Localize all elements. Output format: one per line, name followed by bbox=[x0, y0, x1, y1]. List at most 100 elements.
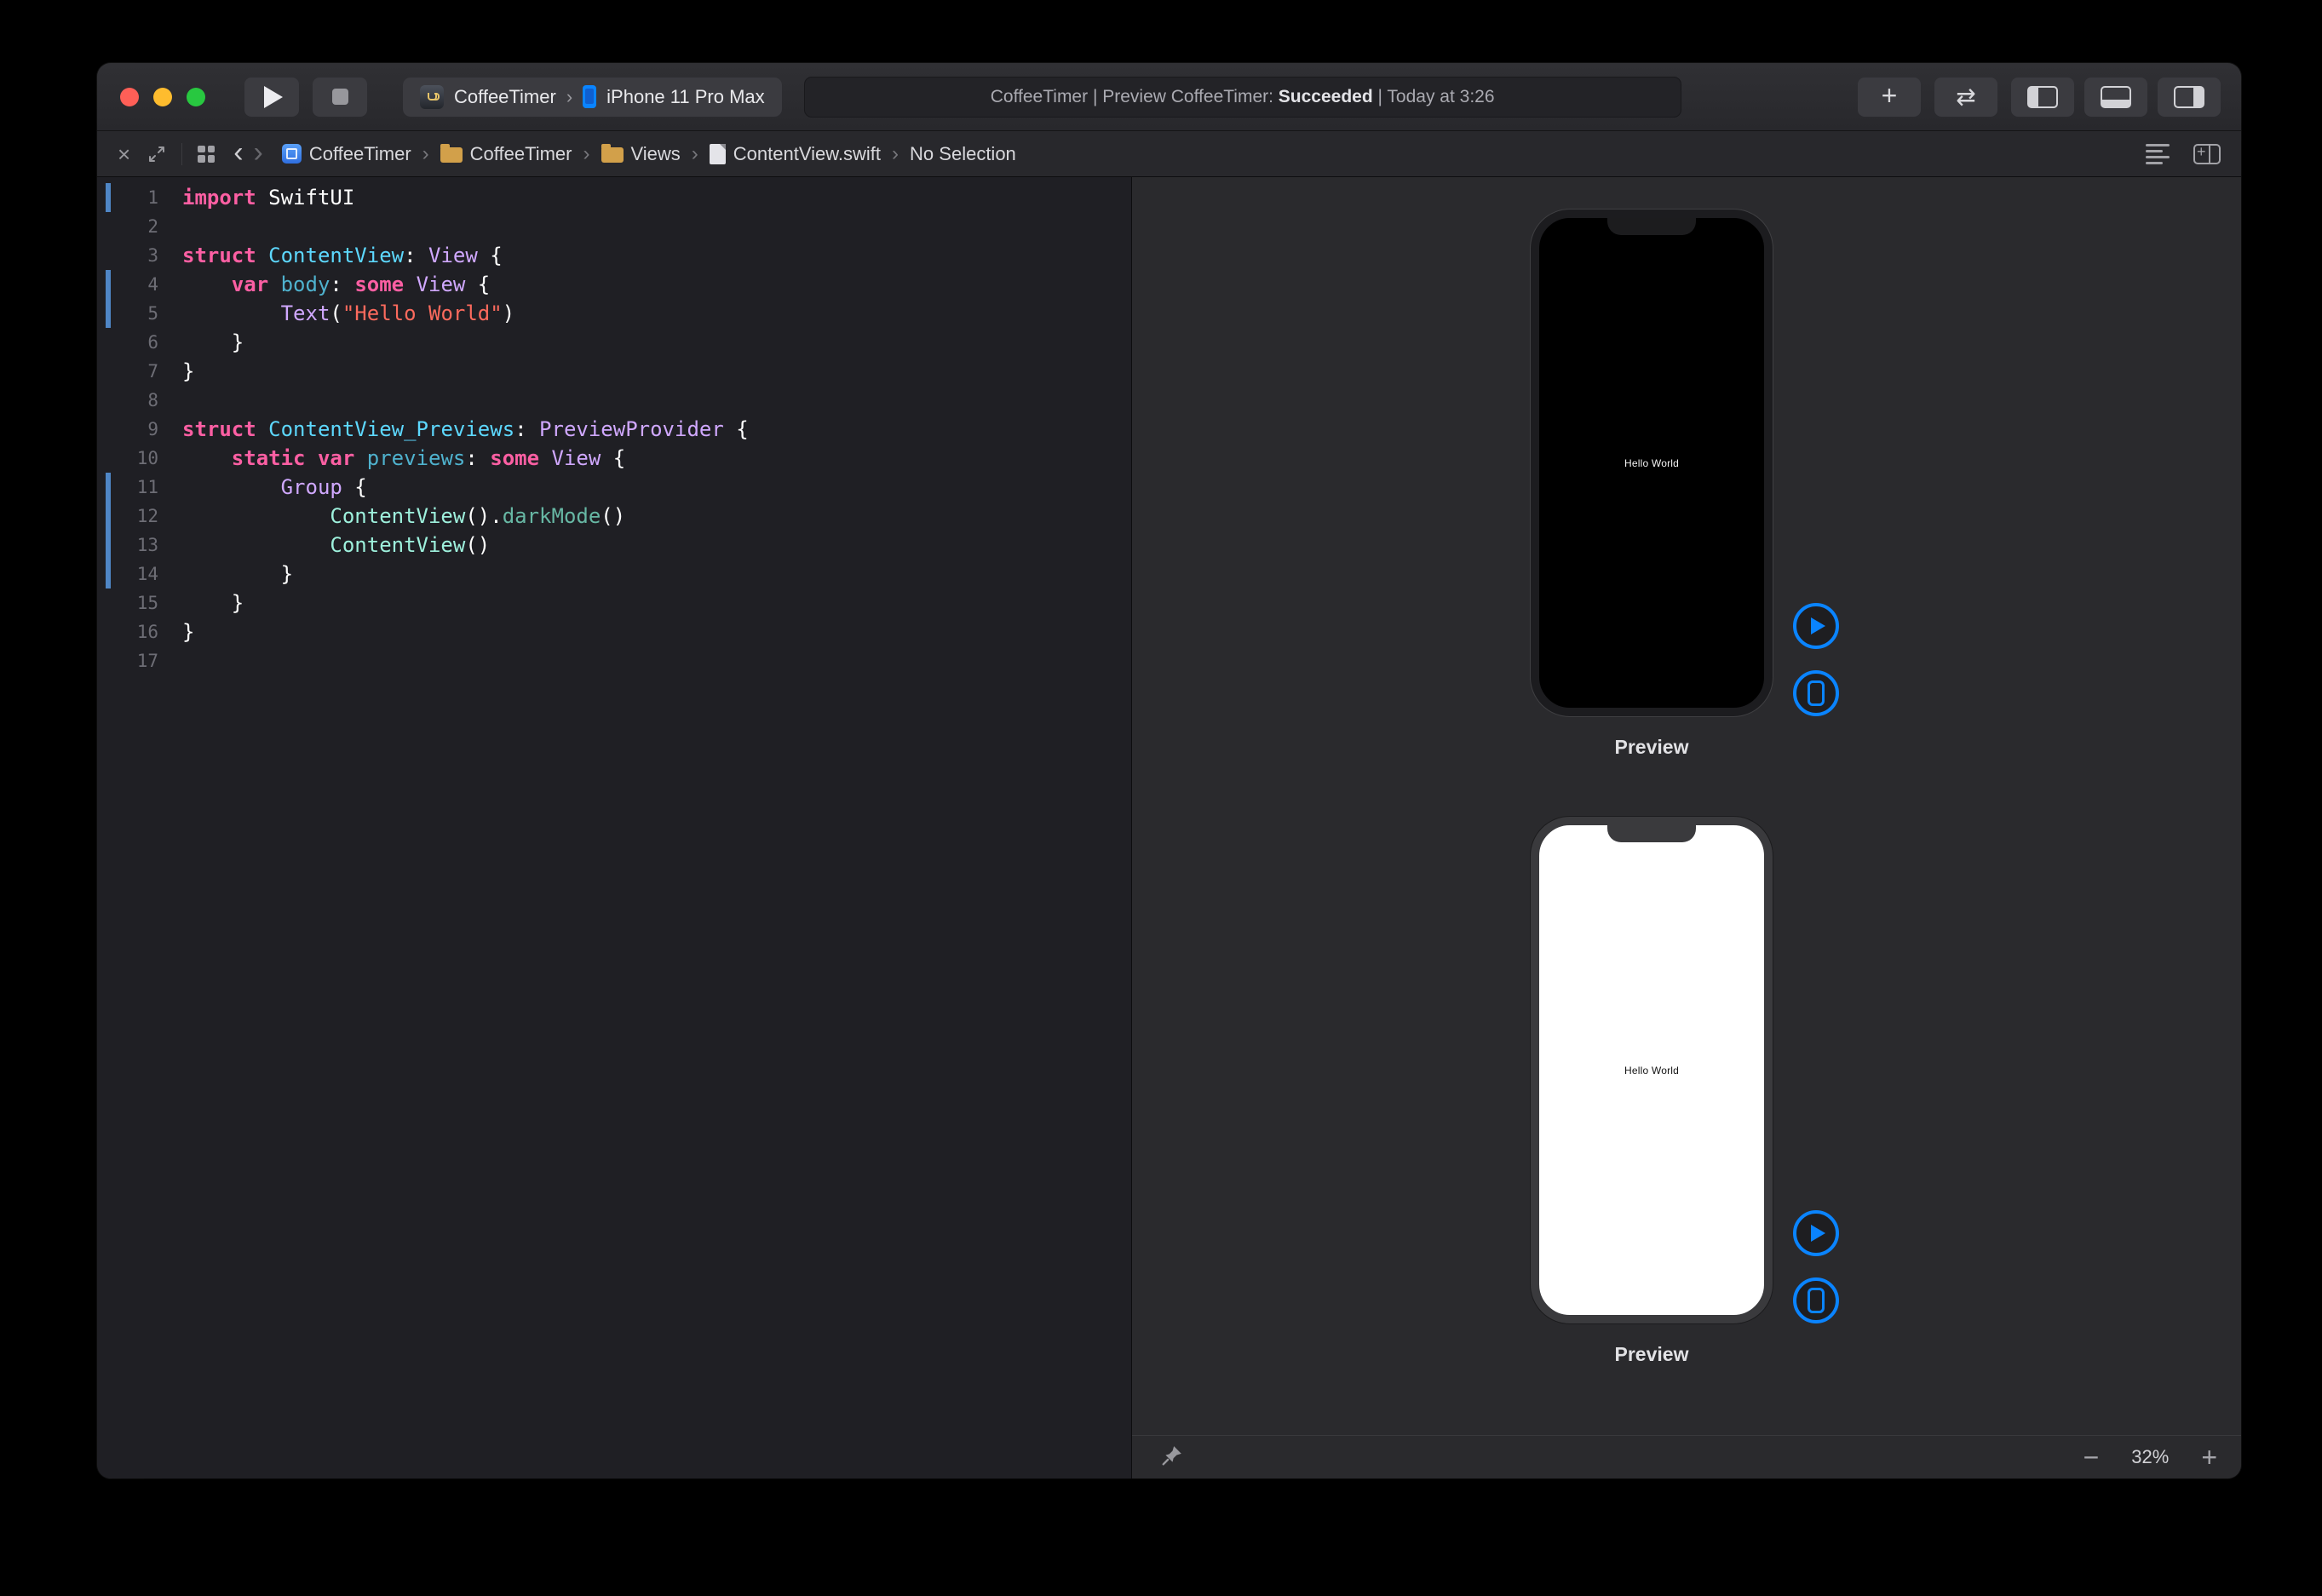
panel-toggle-group bbox=[2011, 78, 2221, 117]
breadcrumb-label: CoffeeTimer bbox=[470, 143, 572, 165]
status-text-prefix: CoffeeTimer | Preview CoffeeTimer: bbox=[991, 87, 1279, 107]
code-token: { bbox=[478, 244, 503, 267]
code-line[interactable]: 13 ContentView() bbox=[97, 531, 1131, 560]
code-line[interactable]: 4 var body: some View { bbox=[97, 270, 1131, 299]
zoom-in-button[interactable]: + bbox=[2201, 1444, 2217, 1471]
code-line[interactable]: 15 } bbox=[97, 588, 1131, 617]
line-number: 5 bbox=[97, 299, 158, 328]
coffee-cup-icon bbox=[428, 93, 437, 100]
live-preview-button[interactable] bbox=[1793, 603, 1839, 649]
code-editor[interactable]: 1import SwiftUI23struct ContentView: Vie… bbox=[97, 177, 1131, 1478]
breadcrumb-item-views[interactable]: Views bbox=[601, 143, 681, 165]
breadcrumb-item-coffeetimer[interactable]: CoffeeTimer bbox=[440, 143, 572, 165]
stop-icon bbox=[332, 89, 348, 105]
toggle-navigator-button[interactable] bbox=[2011, 78, 2074, 117]
code-line[interactable]: 10 static var previews: some View { bbox=[97, 444, 1131, 473]
project-icon bbox=[282, 144, 302, 164]
status-text-bold: Succeeded bbox=[1279, 87, 1373, 107]
breadcrumb-item-coffeetimer[interactable]: CoffeeTimer bbox=[282, 143, 411, 165]
zoom-level: 32% bbox=[2131, 1446, 2169, 1468]
code-line[interactable]: 6 } bbox=[97, 328, 1131, 357]
status-text-suffix: | Today at 3:26 bbox=[1373, 87, 1495, 107]
divider bbox=[181, 143, 182, 165]
code-token: Text bbox=[281, 301, 330, 325]
preview-canvas: Hello WorldPreviewHello WorldPreview − 3… bbox=[1131, 177, 2241, 1478]
breadcrumb-item-contentview-swift[interactable]: ContentView.swift bbox=[710, 143, 881, 165]
code-line[interactable]: 8 bbox=[97, 386, 1131, 415]
back-button[interactable]: ‹ bbox=[228, 138, 248, 167]
run-button[interactable] bbox=[244, 78, 299, 117]
code-token: import bbox=[182, 186, 256, 210]
code-line[interactable]: 11 Group { bbox=[97, 473, 1131, 502]
breadcrumb-item-no-selection[interactable]: No Selection bbox=[910, 143, 1016, 165]
code-token: ContentView bbox=[330, 504, 465, 528]
breadcrumb-separator: › bbox=[692, 142, 698, 166]
device-icon bbox=[1808, 1288, 1825, 1313]
code-token bbox=[182, 504, 330, 528]
editor-options-icon[interactable] bbox=[2146, 144, 2170, 164]
zoom-window-icon[interactable] bbox=[187, 88, 205, 106]
add-editor-icon[interactable] bbox=[2193, 144, 2221, 164]
code-token bbox=[182, 273, 232, 296]
code-token: { bbox=[724, 417, 749, 441]
scheme-selector[interactable]: CoffeeTimer › iPhone 11 Pro Max bbox=[403, 78, 782, 117]
code-line[interactable]: 2 bbox=[97, 212, 1131, 241]
folder-icon bbox=[440, 147, 463, 163]
swift-file-icon bbox=[710, 144, 726, 164]
code-token: ) bbox=[503, 301, 514, 325]
line-number: 15 bbox=[97, 588, 158, 617]
pin-icon[interactable] bbox=[1161, 1444, 1183, 1471]
code-token bbox=[539, 446, 551, 470]
code-token: { bbox=[465, 273, 490, 296]
jump-bar-right-icons bbox=[2146, 144, 2221, 164]
code-line[interactable]: 9struct ContentView_Previews: PreviewPro… bbox=[97, 415, 1131, 444]
scheme-device: iPhone 11 Pro Max bbox=[606, 86, 764, 108]
stop-button[interactable] bbox=[313, 78, 367, 117]
preview-on-device-button[interactable] bbox=[1793, 1277, 1839, 1323]
plus-icon: + bbox=[1882, 82, 1898, 109]
line-number: 16 bbox=[97, 617, 158, 646]
toggle-inspector-button[interactable] bbox=[2158, 78, 2221, 117]
editor-mode-button[interactable]: ⇄ bbox=[1934, 78, 1997, 117]
related-items-icon[interactable] bbox=[198, 146, 215, 163]
code-token: PreviewProvider bbox=[539, 417, 724, 441]
line-number: 8 bbox=[97, 386, 158, 415]
code-token: ContentView bbox=[330, 533, 465, 557]
code-line[interactable]: 14 } bbox=[97, 560, 1131, 588]
close-window-icon[interactable] bbox=[120, 88, 139, 106]
preview-on-device-button[interactable] bbox=[1793, 670, 1839, 716]
code-line[interactable]: 7} bbox=[97, 357, 1131, 386]
code-token: View bbox=[417, 273, 466, 296]
code-token: () bbox=[465, 533, 490, 557]
zoom-out-button[interactable]: − bbox=[2083, 1444, 2100, 1471]
breadcrumb-label: ContentView.swift bbox=[733, 143, 881, 165]
line-number: 2 bbox=[97, 212, 158, 241]
focus-editor-icon[interactable] bbox=[147, 145, 166, 164]
live-preview-button[interactable] bbox=[1793, 1210, 1839, 1256]
device-preview-dark: Hello WorldPreview bbox=[1531, 210, 1839, 716]
breadcrumb-label: Views bbox=[631, 143, 681, 165]
code-token bbox=[182, 301, 281, 325]
forward-button[interactable]: › bbox=[249, 138, 268, 167]
toolbar-right-buttons: + ⇄ bbox=[1858, 78, 2221, 117]
library-button[interactable]: + bbox=[1858, 78, 1921, 117]
jump-bar: × ‹ › CoffeeTimer›CoffeeTimer›Views›Cont… bbox=[97, 131, 2241, 177]
code-token: ContentView bbox=[268, 244, 404, 267]
code-line[interactable]: 12 ContentView().darkMode() bbox=[97, 502, 1131, 531]
code-line[interactable]: 5 Text("Hello World") bbox=[97, 299, 1131, 328]
toggle-debug-area-button[interactable] bbox=[2084, 78, 2147, 117]
code-token: : bbox=[330, 273, 354, 296]
code-line[interactable]: 16} bbox=[97, 617, 1131, 646]
code-line[interactable]: 17 bbox=[97, 646, 1131, 675]
code-token: () bbox=[601, 504, 625, 528]
code-token: some bbox=[490, 446, 539, 470]
breadcrumb-label: No Selection bbox=[910, 143, 1016, 165]
play-icon bbox=[264, 86, 283, 108]
close-editor-icon[interactable]: × bbox=[118, 143, 130, 165]
activity-viewer: CoffeeTimer | Preview CoffeeTimer: Succe… bbox=[804, 77, 1681, 118]
preview-label: Preview bbox=[1531, 736, 1773, 759]
code-line[interactable]: 3struct ContentView: View { bbox=[97, 241, 1131, 270]
code-token: } bbox=[182, 359, 194, 383]
code-line[interactable]: 1import SwiftUI bbox=[97, 183, 1131, 212]
minimize-window-icon[interactable] bbox=[153, 88, 172, 106]
